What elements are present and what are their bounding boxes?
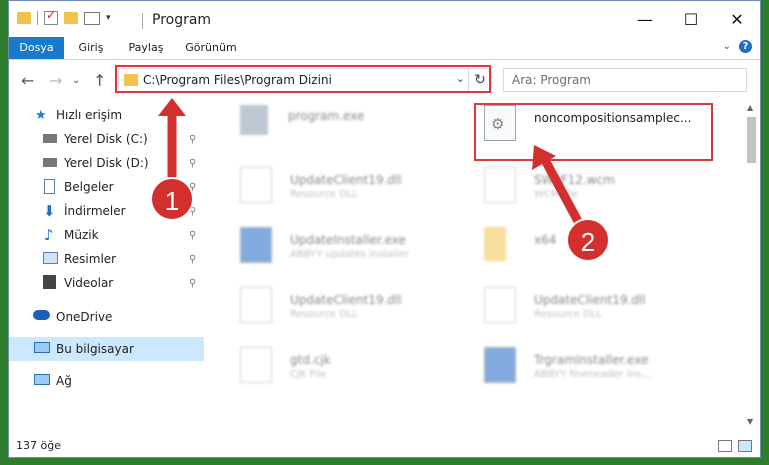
annotation-arrows	[158, 98, 584, 228]
arrow-2-shaft	[541, 157, 584, 228]
arrow-1-head	[158, 98, 186, 116]
step-1-badge: 1	[150, 177, 194, 221]
step-2-badge: 2	[566, 218, 610, 262]
